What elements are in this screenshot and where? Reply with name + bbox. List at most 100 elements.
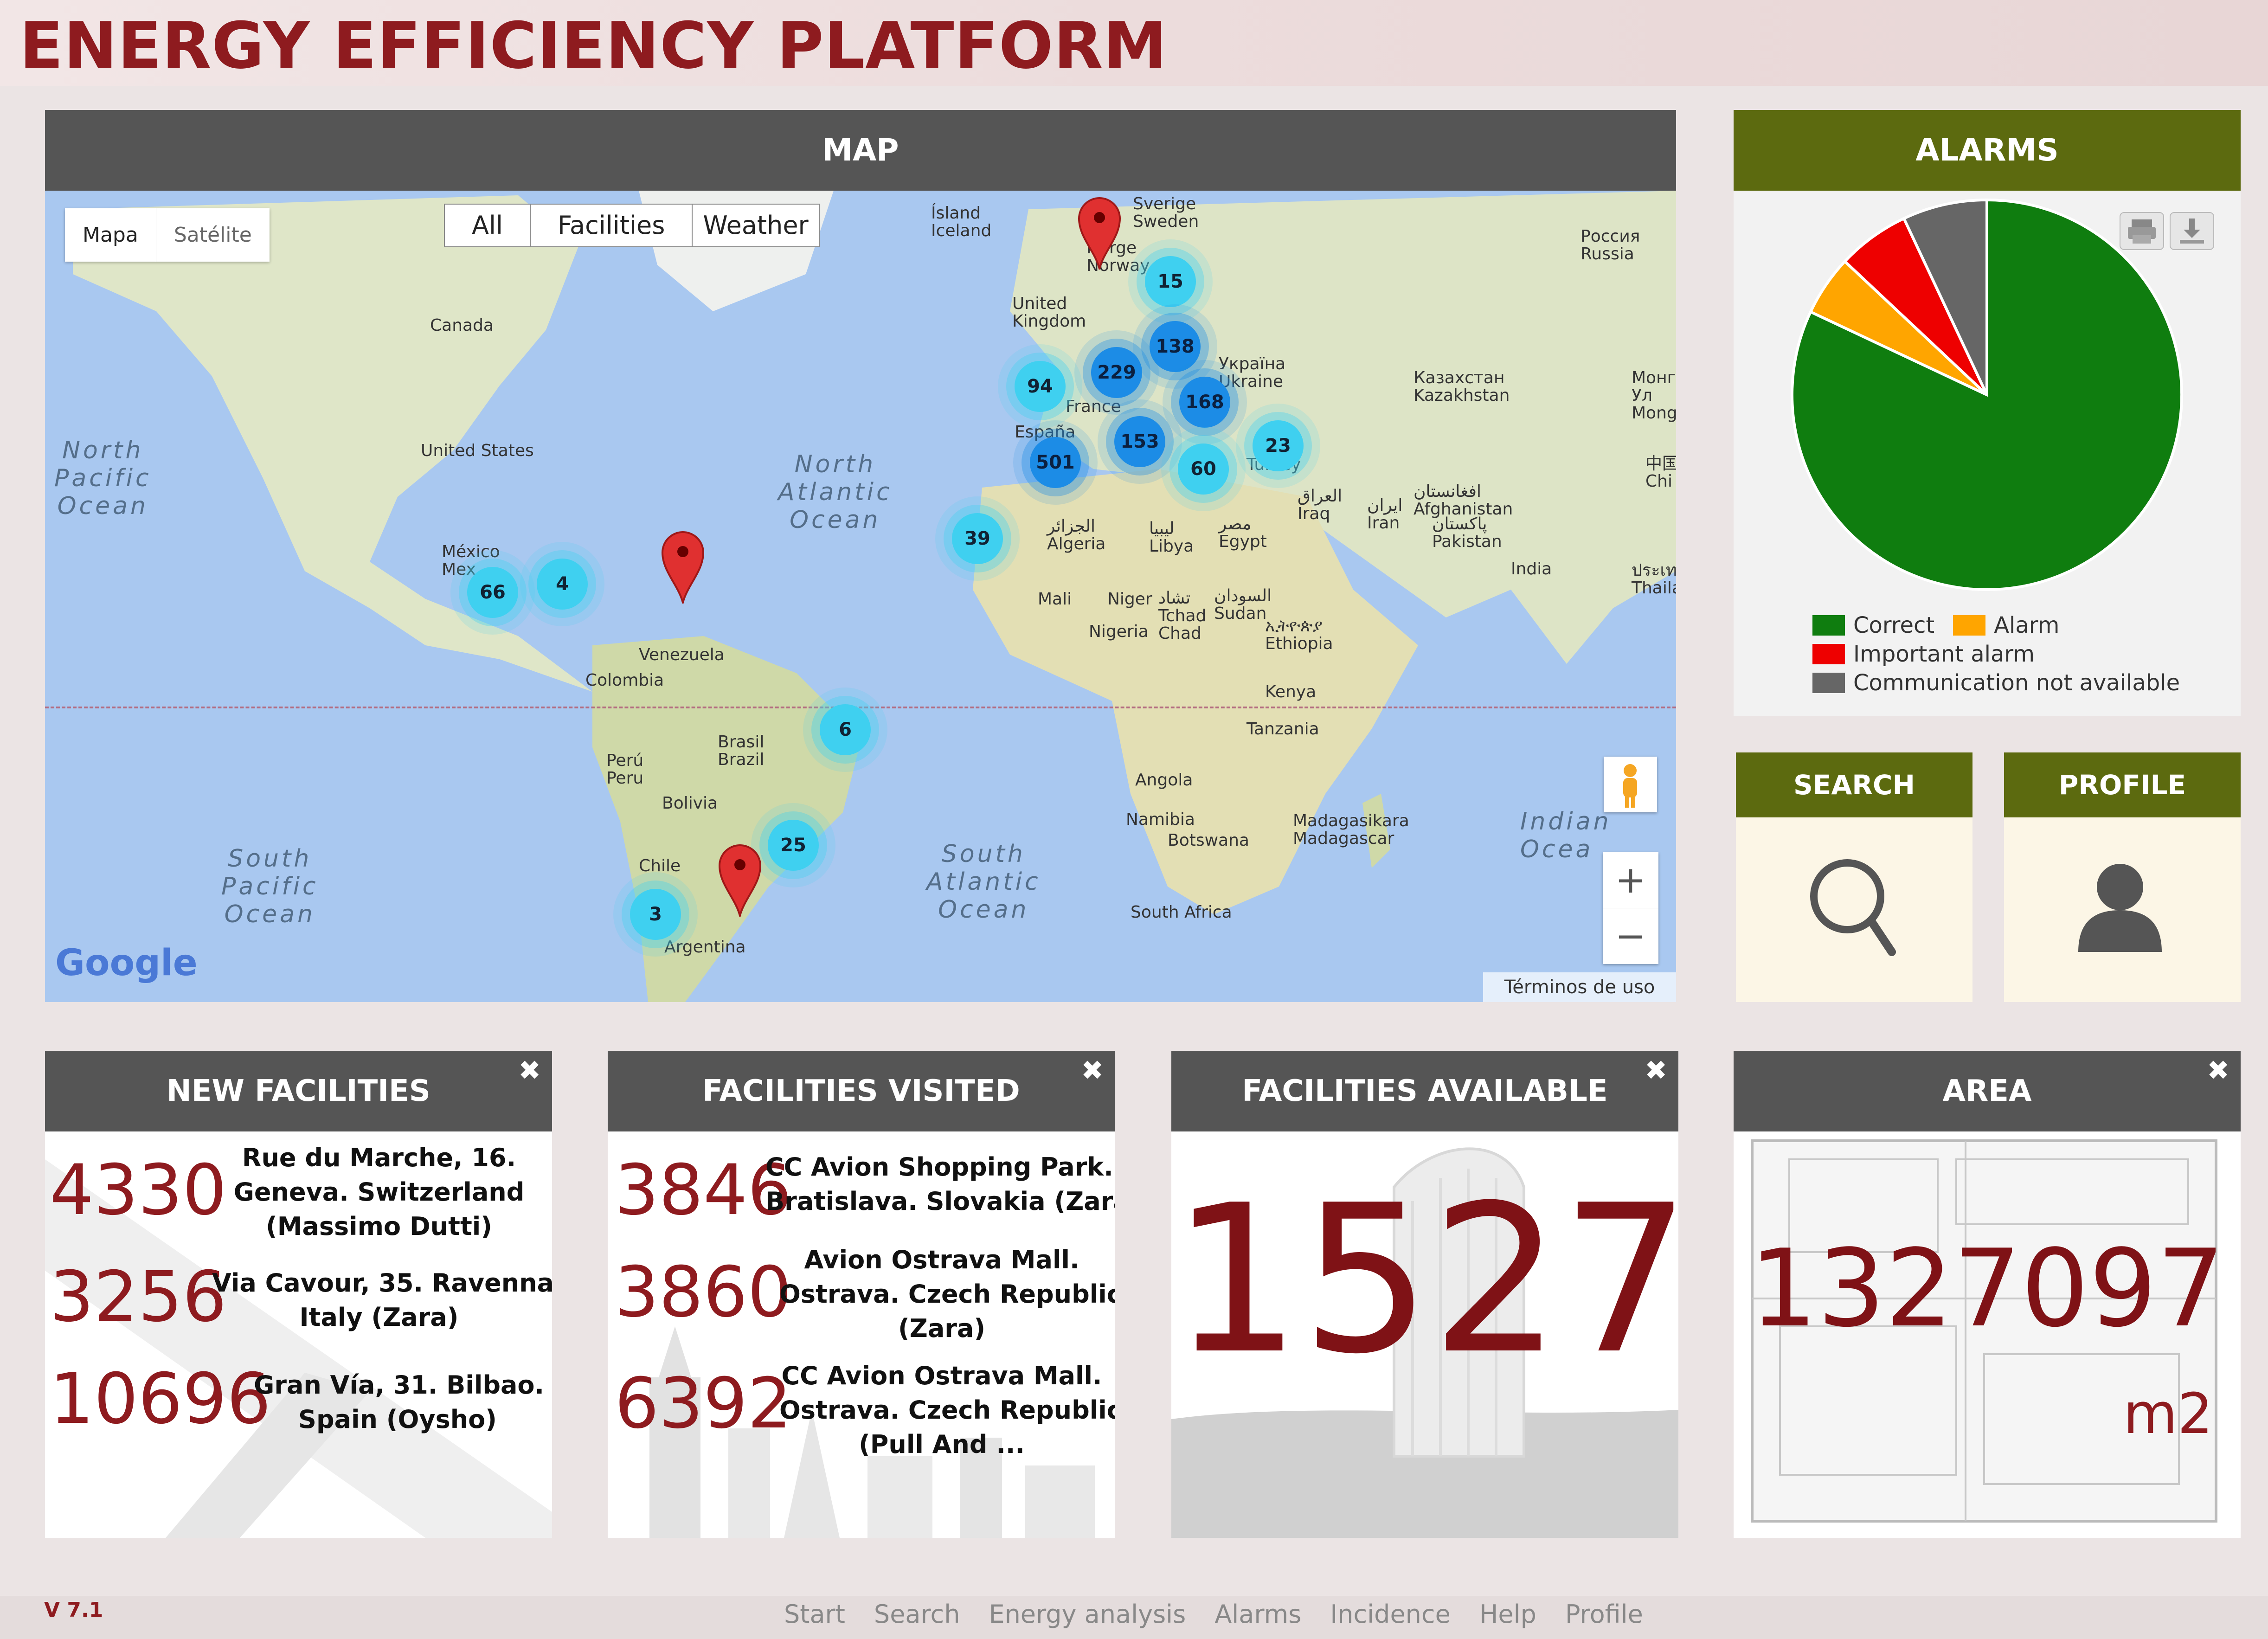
- map-pin-icon[interactable]: [1076, 195, 1123, 270]
- legend-swatch-communication: [1812, 673, 1845, 693]
- terms-of-use-link[interactable]: Términos de uso: [1483, 972, 1676, 1002]
- map-cluster-count: 15: [1157, 271, 1183, 292]
- map-cluster[interactable]: 168: [1179, 377, 1230, 428]
- facility-address: Via Cavour, 35. Ravenna. Italy (Zara): [212, 1268, 552, 1332]
- map-label-peru: Perú Peru: [606, 751, 644, 788]
- facility-address: CC Avion Shopping Park. Bratislava. Slov…: [765, 1152, 1115, 1216]
- map-label-tanzania: Tanzania: [1246, 720, 1319, 739]
- map-cluster-count: 23: [1265, 435, 1291, 456]
- zoom-out-button[interactable]: −: [1603, 908, 1658, 964]
- map-label-algeria: الجزائر Algeria: [1047, 517, 1106, 553]
- footer-link-help[interactable]: Help: [1479, 1598, 1536, 1631]
- user-icon[interactable]: [2004, 817, 2241, 1002]
- facility-code: 3256: [50, 1257, 227, 1337]
- filter-weather-button[interactable]: Weather: [693, 205, 818, 246]
- map-label-chad: تشاد Tchad Chad: [1158, 589, 1207, 643]
- map-cluster[interactable]: 15: [1145, 256, 1196, 307]
- map-cluster[interactable]: 66: [467, 567, 518, 618]
- map-pin-icon[interactable]: [660, 529, 706, 604]
- world-map[interactable]: Mapa Satélite All Facilities Weather Can…: [45, 191, 1676, 1002]
- facilities-available-value: 1527: [1171, 1161, 1678, 1399]
- map-cluster[interactable]: 6: [820, 704, 871, 755]
- legend-label-important-alarm: Important alarm: [1853, 641, 2035, 667]
- map-label-nigeria: Nigeria: [1089, 622, 1149, 641]
- close-icon[interactable]: ✖: [2207, 1056, 2229, 1084]
- map-label-india: India: [1511, 559, 1552, 578]
- facility-code: 3860: [615, 1252, 792, 1333]
- map-pin-icon[interactable]: [717, 842, 763, 917]
- legend-label-correct: Correct: [1853, 612, 1935, 638]
- ocean-label-south-atlantic: South Atlantic Ocean: [926, 840, 1041, 924]
- filter-facilities-button[interactable]: Facilities: [531, 205, 693, 246]
- map-type-map-button[interactable]: Mapa: [65, 208, 156, 262]
- map-cluster-count: 3: [649, 904, 662, 925]
- map-label-kazakhstan: Казахстан Kazakhstan: [1413, 368, 1510, 405]
- map-cluster-count: 4: [556, 573, 569, 595]
- map-cluster[interactable]: 138: [1150, 321, 1201, 372]
- facility-address: CC Avion Ostrava Mall. Ostrava. Czech Re…: [779, 1361, 1115, 1459]
- new-facilities-header: NEW FACILITIES ✖: [45, 1051, 552, 1131]
- map-label-botswana: Botswana: [1168, 831, 1249, 850]
- close-icon[interactable]: ✖: [1081, 1056, 1104, 1084]
- footer-link-energy-analysis[interactable]: Energy analysis: [989, 1598, 1186, 1631]
- version-label: V 7.1: [44, 1598, 103, 1622]
- map-cluster[interactable]: 501: [1030, 437, 1081, 488]
- legend-swatch-correct: [1812, 615, 1845, 636]
- legend-swatch-alarm: [1953, 615, 1986, 636]
- footer-link-profile[interactable]: Profile: [1565, 1598, 1643, 1631]
- search-panel[interactable]: SEARCH: [1736, 752, 1972, 1002]
- map-label-brazil: Brasil Brazil: [718, 733, 765, 769]
- area-value: 1327097: [1749, 1227, 2225, 1351]
- map-cluster-count: 229: [1097, 362, 1136, 383]
- map-cluster[interactable]: 229: [1091, 347, 1142, 398]
- map-header: MAP: [45, 110, 1676, 191]
- footer-link-alarms[interactable]: Alarms: [1214, 1598, 1301, 1631]
- map-cluster[interactable]: 3: [630, 889, 681, 940]
- search-icon[interactable]: [1736, 817, 1972, 1002]
- profile-header: PROFILE: [2004, 752, 2241, 817]
- legend-label-alarm: Alarm: [1994, 612, 2060, 638]
- map-label-venezuela: Venezuela: [639, 645, 725, 664]
- area-title: AREA: [1942, 1074, 2032, 1108]
- map-cluster[interactable]: 25: [768, 820, 819, 871]
- google-logo: Google: [55, 942, 198, 984]
- map-label-niger: Niger: [1107, 590, 1152, 609]
- footer-link-search[interactable]: Search: [874, 1598, 960, 1631]
- facility-code: 4330: [50, 1150, 227, 1231]
- new-facilities-card: NEW FACILITIES ✖ 4330 Rue du Marche, 16.…: [45, 1051, 552, 1538]
- street-view-pegman-icon[interactable]: [1604, 757, 1657, 812]
- ocean-label-north-atlantic: North Atlantic Ocean: [778, 450, 893, 534]
- alarms-pie-chart: [1791, 198, 2183, 591]
- area-unit: m2: [2123, 1382, 2213, 1446]
- map-type-satellite-button[interactable]: Satélite: [155, 208, 270, 262]
- profile-panel[interactable]: PROFILE: [2004, 752, 2241, 1002]
- facility-code: 10696: [50, 1359, 271, 1440]
- facility-code: 6392: [615, 1363, 792, 1444]
- map-label-canada: Canada: [430, 316, 494, 335]
- alarms-header: ALARMS: [1734, 110, 2241, 191]
- close-icon[interactable]: ✖: [1645, 1056, 1667, 1084]
- filter-all-button[interactable]: All: [445, 205, 531, 246]
- footer-nav: Start Search Energy analysis Alarms Inci…: [784, 1598, 1672, 1631]
- map-cluster[interactable]: 4: [537, 559, 588, 610]
- close-icon[interactable]: ✖: [518, 1056, 541, 1084]
- map-label-china: 中国 Chi: [1645, 454, 1676, 491]
- map-label-sudan: السودان Sudan: [1214, 586, 1272, 623]
- zoom-in-button[interactable]: +: [1603, 852, 1658, 908]
- map-label-united-states: United States: [421, 441, 534, 460]
- footer-link-incidence[interactable]: Incidence: [1330, 1598, 1450, 1631]
- map-cluster[interactable]: 39: [952, 513, 1003, 564]
- map-cluster-count: 168: [1185, 392, 1224, 413]
- map-cluster[interactable]: 23: [1253, 420, 1304, 471]
- map-cluster[interactable]: 94: [1015, 361, 1066, 412]
- map-label-iceland: Ísland Iceland: [931, 204, 992, 240]
- map-label-argentina: Argentina: [664, 938, 746, 957]
- facilities-visited-body: 3846 CC Avion Shopping Park. Bratislava.…: [608, 1131, 1115, 1538]
- facilities-available-title: FACILITIES AVAILABLE: [1242, 1074, 1608, 1108]
- map-cluster-count: 25: [780, 835, 806, 856]
- map-cluster[interactable]: 153: [1114, 416, 1165, 467]
- footer-link-start[interactable]: Start: [784, 1598, 845, 1631]
- map-cluster-count: 153: [1120, 431, 1159, 452]
- map-label-mongolia: Монг Ул Mong: [1632, 368, 1676, 423]
- map-cluster[interactable]: 60: [1178, 443, 1229, 495]
